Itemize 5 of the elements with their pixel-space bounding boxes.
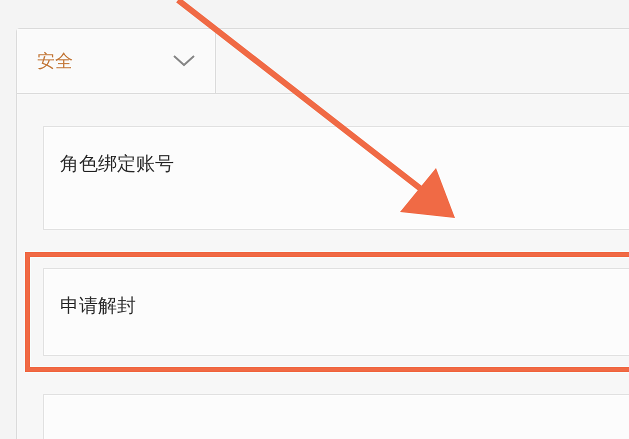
chevron-down-icon: [173, 55, 195, 67]
menu-item-label: 申请解封: [60, 295, 136, 317]
menu-card[interactable]: 申请解封: [43, 268, 629, 356]
menu-item-label: 角色绑定账号: [60, 153, 174, 175]
menu-card[interactable]: 角色绑定账号: [43, 126, 629, 230]
